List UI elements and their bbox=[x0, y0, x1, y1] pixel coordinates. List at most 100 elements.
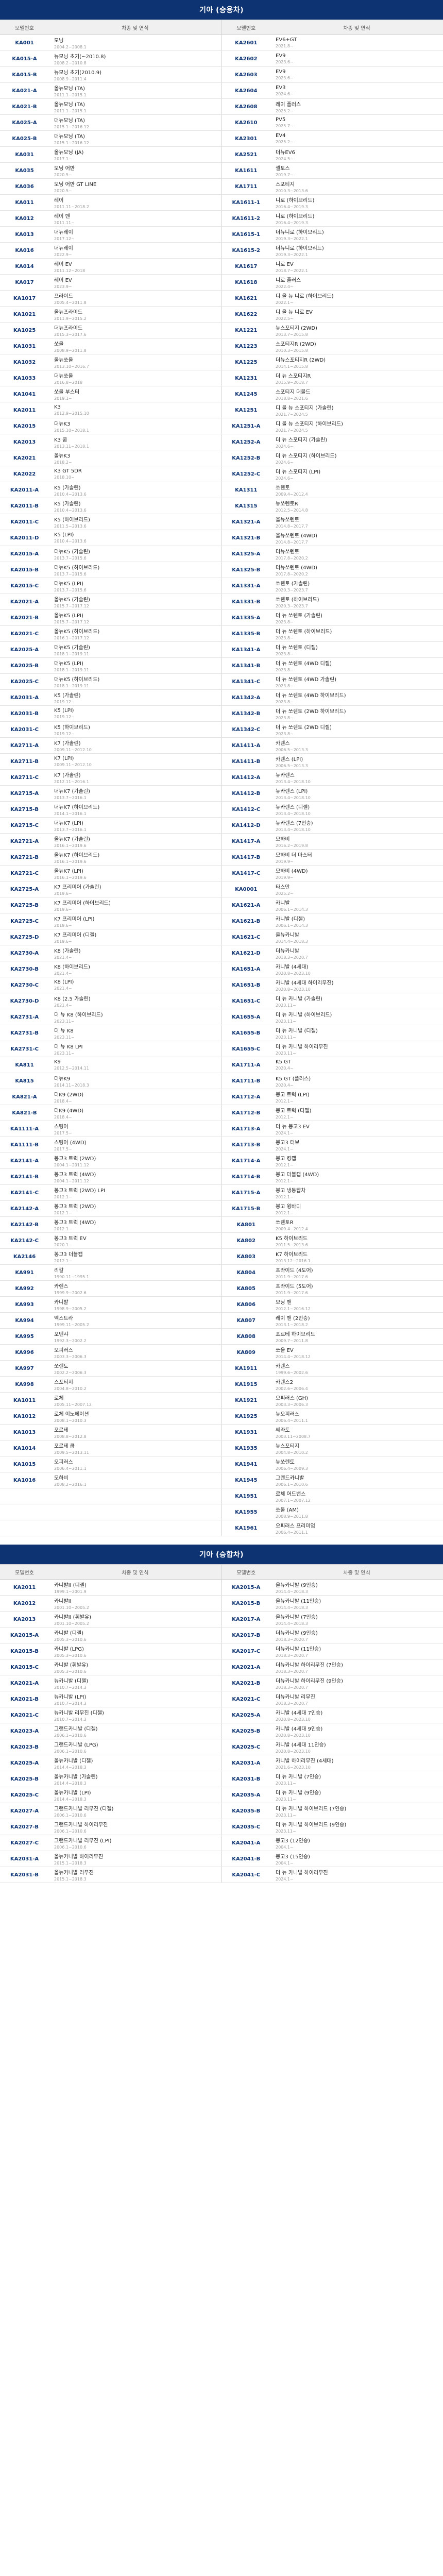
model-code: KA2011 bbox=[13, 1584, 36, 1590]
model-year: 2011.1~2015.1 bbox=[54, 109, 87, 113]
model-code: KA1017 bbox=[13, 295, 36, 301]
table-row: KA021-B 올뉴모닝 (TA) 2011.1~2015.1 KA2608 레이 플러… bbox=[0, 98, 443, 115]
model-code: KA2023-B bbox=[10, 1744, 39, 1750]
table-row: KA1013 포르테 2008.8~2012.8 KA1931 쎄라토 2003.11~2… bbox=[0, 1424, 443, 1440]
model-name: 카니발 (4세대 9인승) bbox=[276, 1726, 323, 1732]
model-code-cell: KA2031-C bbox=[0, 721, 49, 738]
model-code-cell: KA1711-B bbox=[221, 1073, 270, 1089]
model-code-cell: KA2021-C bbox=[221, 1691, 270, 1707]
model-code-cell: KA1417-C bbox=[221, 865, 270, 882]
model-code-cell: KA013 bbox=[0, 226, 49, 243]
model-code-cell: KA2301 bbox=[221, 130, 270, 147]
model-code-cell: KA031 bbox=[0, 146, 49, 163]
header-model-name: 차종 및 연식 bbox=[270, 20, 443, 35]
model-name-cell: 뉴카니발 (디젤) 2010.7~2014.3 bbox=[49, 1675, 222, 1691]
table-row: KA036 모닝 어반 GT LINE 2020.5~ KA1711 스포티지 2010.… bbox=[0, 178, 443, 195]
table-row: KA821-A 더K9 (2WD) 2018.4~ KA1712-A 봉고 트럭 (LP… bbox=[0, 1089, 443, 1105]
model-code-cell: KA2017-C bbox=[221, 1643, 270, 1659]
model-name-cell: 봉고3 트럭 (2WD) LPI 2012.1~ bbox=[49, 1184, 222, 1201]
model-name-cell: K7 프리미어 (LPI) 2019.6~ bbox=[49, 913, 222, 929]
model-name: EV9 bbox=[276, 53, 286, 59]
model-code-cell: KA2021-A bbox=[221, 1659, 270, 1675]
model-name: 뉴모닝 초기(~2010.8) bbox=[54, 54, 106, 60]
model-year: 2024.5~ bbox=[276, 157, 294, 161]
model-code: KA1251-A bbox=[232, 423, 261, 429]
model-name-cell: K7 (가솔린) 2009.11~2012.10 bbox=[49, 737, 222, 754]
model-code-cell: KA1331-B bbox=[221, 594, 270, 610]
model-year: 2018.1~2019.11 bbox=[54, 668, 89, 672]
model-name: 더뉴모닝 (TA) bbox=[54, 134, 85, 140]
model-code-cell: KA2021-A bbox=[0, 1675, 49, 1691]
model-name-cell: 카니발 (휘발유) 2005.3~2010.6 bbox=[49, 1659, 222, 1675]
table-row: KA2142-B 봉고3 트럭 (4WD) 2012.1~ KA801 쏘렌토R 2009… bbox=[0, 1216, 443, 1233]
model-code-cell: KA2031-A bbox=[0, 1851, 49, 1867]
model-code-cell: KA1411-B bbox=[221, 753, 270, 770]
model-name-cell: 더 뉴 쏘렌토 (2WD 디젤) 2023.8~ bbox=[270, 721, 443, 738]
model-name-cell: K5 GT (플러스) 2020.4~ bbox=[270, 1073, 443, 1089]
model-code-cell: KA807 bbox=[221, 1312, 270, 1329]
table-row: KA1025 더뉴프라이드 2015.3~2017.6 KA1221 뉴스포티지 (2W… bbox=[0, 322, 443, 338]
model-year: 2012.1~2016.12 bbox=[276, 1307, 311, 1311]
model-code-cell: KA1252-B bbox=[221, 450, 270, 466]
model-name-cell bbox=[49, 1504, 222, 1520]
model-name: K9 bbox=[54, 1059, 61, 1065]
model-name-cell: 올뉴카니발 (7인승) 2014.4~2018.3 bbox=[270, 1611, 443, 1628]
model-name-cell: 뉴카렌스 (LPI) 2013.4~2018.10 bbox=[270, 785, 443, 802]
model-code: KA1245 bbox=[235, 391, 258, 397]
model-name: 로체 이노베이션 bbox=[54, 1412, 89, 1417]
model-code-cell: KA2725-C bbox=[0, 913, 49, 929]
model-year: 1992.3~2002.2 bbox=[54, 1338, 87, 1343]
model-code: KA017 bbox=[15, 279, 34, 285]
table-row: KA821-B 더K9 (4WD) 2018.4~ KA1712-B 봉고 트럭 (디젤… bbox=[0, 1105, 443, 1121]
table-row: KA2025-C 올뉴카니발 (LPI) 2014.4~2018.3 KA2035-A… bbox=[0, 1787, 443, 1803]
model-code: KA2142-C bbox=[10, 1238, 39, 1244]
model-code-cell: KA821-A bbox=[0, 1089, 49, 1105]
model-code: KA2711-A bbox=[10, 742, 39, 749]
model-name-cell: 카니발 2006.1~2014.3 bbox=[270, 897, 443, 913]
model-code-cell: KA2011 bbox=[0, 1579, 49, 1596]
model-code: KA1223 bbox=[235, 343, 258, 349]
model-name-cell: K9 2012.5~2014.11 bbox=[49, 1057, 222, 1073]
model-name: 그랜드카니발 (LPG) bbox=[54, 1742, 98, 1748]
model-code: KA2721-B bbox=[10, 854, 39, 860]
table-row: KA2015-C 카니발 (휘발유) 2005.3~2010.6 KA2021-A 더뉴… bbox=[0, 1659, 443, 1675]
model-name-cell: 더 뉴 스포티지 (하이브리드) 2024.6~ bbox=[270, 450, 443, 466]
model-year: 2013.7~2015.6 bbox=[54, 588, 87, 592]
model-year: 2024.1~ bbox=[276, 1877, 294, 1882]
table-row: KA2015-A 더뉴K5 (가솔린) 2013.7~2015.6 KA1325-A 더… bbox=[0, 546, 443, 562]
model-name: 더 뉴 카니발 (가솔린) bbox=[276, 996, 322, 1002]
model-code-cell: KA805 bbox=[221, 1280, 270, 1297]
model-code: KA2725-A bbox=[10, 886, 39, 892]
model-name-cell: 더뉴K7 (하이브리드) 2014.1~2016.1 bbox=[49, 801, 222, 818]
model-name-cell: 올뉴카니발 하이리무진 2015.1~2018.3 bbox=[49, 1851, 222, 1867]
model-name: 카니발 (휘발유) bbox=[54, 1663, 89, 1668]
model-name-cell: 쏘울 부스터 2019.1~ bbox=[49, 386, 222, 402]
model-year: 2006.1~2010.6 bbox=[54, 1733, 87, 1738]
model-code: KA2031-A bbox=[232, 1760, 261, 1766]
model-code: KA1651-A bbox=[232, 966, 261, 972]
model-code: KA2017-A bbox=[232, 1616, 261, 1622]
model-code: KA021-B bbox=[12, 104, 37, 110]
model-name-cell: 쏘렌토 (가솔린) 2020.3~2023.7 bbox=[270, 578, 443, 594]
model-code-cell: KA2035-B bbox=[221, 1803, 270, 1819]
model-code-cell: KA1245 bbox=[221, 386, 270, 402]
model-name-cell: 더뉴모닝 (TA) 2015.1~2016.12 bbox=[49, 130, 222, 147]
model-code-cell: KA2142-C bbox=[0, 1232, 49, 1249]
model-year: 2001.10~2005.2 bbox=[54, 1605, 89, 1610]
model-year: 2014.4~2018.3 bbox=[276, 1589, 308, 1594]
model-year: 2025.2~ bbox=[276, 891, 294, 896]
model-code-cell: KA815 bbox=[0, 1073, 49, 1089]
model-code-cell bbox=[0, 1504, 49, 1520]
model-code: KA1961 bbox=[235, 1525, 258, 1531]
model-name-cell: 더 뉴 K8 LPI 2023.11~ bbox=[49, 1041, 222, 1057]
model-name: K5 (가솔린) bbox=[54, 501, 81, 507]
model-code-cell: KA1714-B bbox=[221, 1168, 270, 1185]
model-name: 뉴카렌스 bbox=[276, 773, 295, 778]
model-code-cell: KA025-B bbox=[0, 130, 49, 147]
model-code: KA2715-A bbox=[10, 790, 39, 796]
model-name-cell: 로체 2005.11~2007.12 bbox=[49, 1392, 222, 1409]
model-name-cell: 로체 어드밴스 2007.1~2007.12 bbox=[270, 1488, 443, 1504]
model-code: KA2602 bbox=[235, 56, 258, 62]
model-code-cell: KA1713-A bbox=[221, 1121, 270, 1137]
model-name: 프라이드 bbox=[54, 294, 73, 299]
